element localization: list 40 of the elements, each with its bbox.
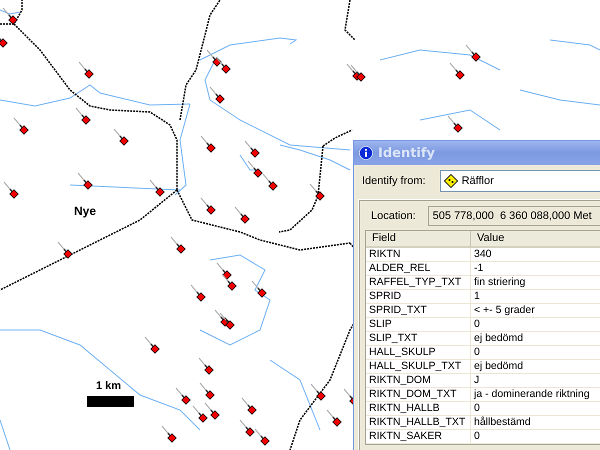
value-cell: ej bedömd: [471, 360, 600, 374]
value-cell: 340: [471, 248, 600, 262]
value-cell: fin striering: [471, 276, 600, 290]
field-cell: SLIP: [366, 318, 471, 332]
location-label: Location:: [371, 210, 416, 222]
layer-dropdown[interactable]: Räfflor: [440, 170, 600, 192]
field-cell: HALL_SKULP: [366, 346, 471, 360]
value-cell: ja - dominerande riktning: [471, 388, 600, 402]
window-title: Identify: [378, 146, 436, 160]
field-cell: RAFFEL_TYP_TXT: [366, 276, 471, 290]
value-cell: hållbestämd: [471, 416, 600, 430]
field-cell: RIKTN_DOM_TXT: [366, 388, 471, 402]
field-cell: RIKTN_SAKER: [366, 430, 471, 444]
value-cell: 0: [471, 318, 600, 332]
value-cell: ej bedömd: [471, 332, 600, 346]
value-cell: J: [471, 374, 600, 388]
diamond-icon: [444, 174, 458, 188]
value-cell: -1: [471, 262, 600, 276]
field-cell: RIKTN_HALLB_TXT: [366, 416, 471, 430]
value-cell: < +- 5 grader: [471, 304, 600, 318]
value-cell: 0: [471, 346, 600, 360]
scale-label: 1 km: [96, 380, 122, 392]
field-cell: RIKTN: [366, 248, 471, 262]
field-cell: SPRID_TXT: [366, 304, 471, 318]
info-icon: [359, 146, 373, 160]
location-field: 505 778,000 6 360 088,000 Met: [428, 206, 600, 226]
column-header[interactable]: Field: [366, 231, 471, 248]
field-cell: HALL_SKULP_TXT: [366, 360, 471, 374]
field-cell: SLIP_TXT: [366, 332, 471, 346]
value-cell: 1: [471, 290, 600, 304]
identify-from-label: Identify from:: [362, 175, 426, 187]
field-cell: RIKTN_HALLB: [366, 402, 471, 416]
value-cell: 0: [471, 402, 600, 416]
scale-bar: [87, 396, 134, 407]
field-cell: RIKTN_DOM: [366, 374, 471, 388]
field-cell: ALDER_REL: [366, 262, 471, 276]
value-cell: 0: [471, 430, 600, 444]
column-header[interactable]: Value: [471, 231, 600, 248]
place-label: Nye: [74, 204, 96, 218]
field-cell: SPRID: [366, 290, 471, 304]
